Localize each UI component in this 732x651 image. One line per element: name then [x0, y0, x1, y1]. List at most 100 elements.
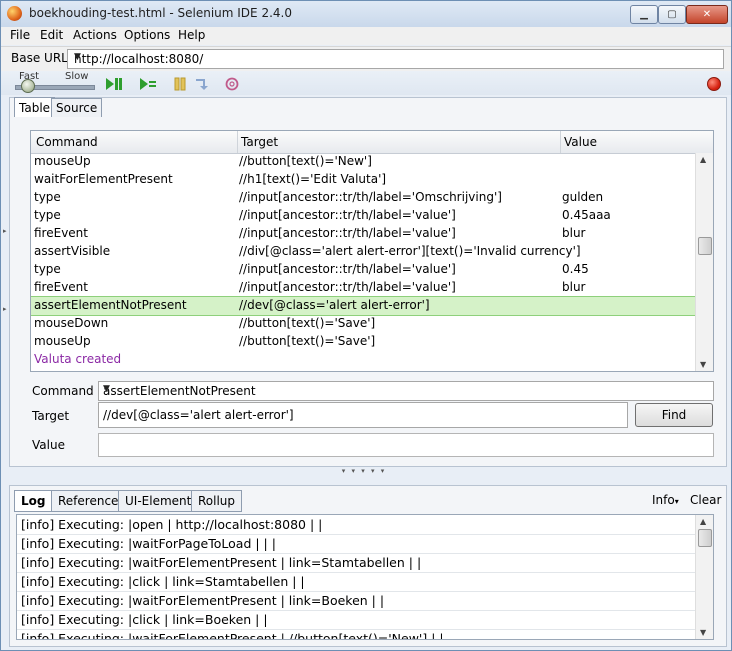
log-divider: [17, 591, 695, 592]
tab-source[interactable]: Source: [51, 98, 103, 117]
cell-value: gulden: [562, 190, 604, 204]
rollup-icon[interactable]: [223, 76, 241, 91]
cell-target: //h1[text()='Edit Valuta']: [239, 172, 387, 186]
table-row[interactable]: waitForElementPresent //h1[text()='Edit …: [31, 171, 695, 189]
chevron-down-icon[interactable]: ▼: [74, 52, 719, 62]
splitter-grip[interactable]: ▾ ▾ ▾ ▾ ▾: [309, 467, 419, 475]
log-divider: [17, 572, 695, 573]
menu-options[interactable]: Options: [124, 28, 170, 42]
header-command[interactable]: Command: [36, 135, 98, 149]
value-input[interactable]: [98, 433, 714, 457]
cell-target: //dev[@class='alert alert-error']: [239, 298, 430, 312]
tab-table[interactable]: Table: [14, 97, 56, 117]
play-current-icon[interactable]: [139, 76, 157, 91]
cell-target: //input[ancestor::tr/th/label='value']: [239, 280, 456, 294]
cell-command: assertVisible: [34, 244, 111, 258]
scroll-down-icon[interactable]: ▼: [700, 360, 706, 369]
cell-command: fireEvent: [34, 226, 88, 240]
scroll-down-icon[interactable]: ▼: [700, 628, 706, 637]
log-line: [info] Executing: |waitForElementPresent…: [21, 631, 444, 640]
tab-rollup[interactable]: Rollup: [191, 490, 243, 512]
selenium-ide-window: boekhouding-test.html - Selenium IDE 2.4…: [0, 0, 732, 651]
menu-actions[interactable]: Actions: [73, 28, 117, 42]
table-row[interactable]: type //input[ancestor::tr/th/label='valu…: [31, 207, 695, 225]
base-url-input[interactable]: http://localhost:8080/ ▼: [67, 49, 724, 69]
scrollbar-thumb[interactable]: [698, 237, 712, 255]
log-line: [info] Executing: |click | link=Stamtabe…: [21, 574, 305, 589]
resize-grip-icon[interactable]: ▸: [3, 305, 7, 313]
cell-command: type: [34, 262, 61, 276]
header-target[interactable]: Target: [241, 135, 278, 149]
cell-command: mouseUp: [34, 154, 91, 168]
target-input[interactable]: //dev[@class='alert alert-error']: [98, 402, 628, 428]
clear-button[interactable]: Clear: [690, 493, 721, 507]
log-divider: [17, 534, 695, 535]
base-url-label: Base URL: [11, 51, 68, 65]
log-line: [info] Executing: |click | link=Boeken |…: [21, 612, 268, 627]
command-select[interactable]: assertElementNotPresent ▼: [98, 381, 714, 401]
record-icon[interactable]: [707, 77, 721, 91]
header-value[interactable]: Value: [564, 135, 597, 149]
table-row-selected[interactable]: assertElementNotPresent //dev[@class='al…: [31, 296, 695, 316]
info-label: Info: [652, 493, 675, 507]
log-panel: Log Reference UI-Element Rollup Info▾ Cl…: [9, 485, 727, 647]
menu-edit[interactable]: Edit: [40, 28, 63, 42]
table-scrollbar[interactable]: ▲ ▼: [695, 153, 713, 371]
menu-file[interactable]: File: [10, 28, 30, 42]
column-separator[interactable]: [237, 131, 238, 153]
cell-target: //button[text()='Save']: [239, 334, 376, 348]
table-row[interactable]: fireEvent //input[ancestor::tr/th/label=…: [31, 279, 695, 297]
table-row[interactable]: assertVisible //div[@class='alert alert-…: [31, 243, 695, 261]
table-row[interactable]: type //input[ancestor::tr/th/label='Omsc…: [31, 189, 695, 207]
cell-value: blur: [562, 226, 586, 240]
table-row[interactable]: mouseDown //button[text()='Save']: [31, 315, 695, 333]
resize-grip-icon[interactable]: ▸: [3, 227, 7, 235]
cell-command: mouseUp: [34, 334, 91, 348]
log-line: [info] Executing: |waitForElementPresent…: [21, 555, 422, 570]
cell-value: blur: [562, 280, 586, 294]
info-dropdown[interactable]: Info▾: [652, 493, 679, 507]
log-line: [info] Executing: |waitForPageToLoad | |…: [21, 536, 276, 551]
firefox-icon: [7, 6, 22, 21]
menu-bar: File Edit Actions Options Help: [1, 27, 731, 45]
table-row-comment[interactable]: Valuta created: [31, 351, 695, 369]
play-all-icon[interactable]: [105, 76, 123, 91]
cell-command: waitForElementPresent: [34, 172, 173, 186]
chevron-down-icon: ▾: [674, 497, 679, 506]
table-row[interactable]: fireEvent //input[ancestor::tr/th/label=…: [31, 225, 695, 243]
log-scrollbar[interactable]: ▲ ▼: [695, 515, 713, 639]
cell-command: mouseDown: [34, 316, 109, 330]
cell-command: fireEvent: [34, 280, 88, 294]
scroll-up-icon[interactable]: ▲: [700, 517, 706, 526]
cell-comment: Valuta created: [34, 352, 122, 366]
speed-slider-knob[interactable]: [21, 79, 35, 93]
tab-log[interactable]: Log: [14, 490, 53, 512]
cell-target: //button[text()='Save']: [239, 316, 376, 330]
cell-command: assertElementNotPresent: [34, 298, 187, 312]
table-row[interactable]: mouseUp //button[text()='New']: [31, 153, 695, 171]
cell-target: //input[ancestor::tr/th/label='value']: [239, 262, 456, 276]
title-bar[interactable]: boekhouding-test.html - Selenium IDE 2.4…: [1, 1, 731, 27]
tab-reference[interactable]: Reference: [51, 490, 126, 512]
maximize-button[interactable]: ▢: [658, 5, 686, 24]
log-divider: [17, 629, 695, 630]
cell-target: //input[ancestor::tr/th/label='value']: [239, 226, 456, 240]
tab-ui-element[interactable]: UI-Element: [118, 490, 199, 512]
table-header: Command Target Value: [31, 131, 713, 154]
speed-slow-label: Slow: [65, 71, 89, 82]
step-icon[interactable]: [193, 76, 211, 91]
chevron-down-icon[interactable]: ▼: [103, 384, 709, 394]
pause-icon[interactable]: [171, 76, 189, 91]
menu-help[interactable]: Help: [178, 28, 205, 42]
cell-command: type: [34, 208, 61, 222]
scrollbar-thumb[interactable]: [698, 529, 712, 547]
minimize-button[interactable]: ▁: [630, 5, 658, 24]
column-separator[interactable]: [560, 131, 561, 153]
find-button[interactable]: Find: [635, 403, 713, 427]
target-input-value: //dev[@class='alert alert-error']: [103, 408, 294, 422]
table-row[interactable]: mouseUp //button[text()='Save']: [31, 333, 695, 351]
close-button[interactable]: ✕: [686, 5, 728, 24]
scroll-up-icon[interactable]: ▲: [700, 155, 706, 164]
table-row[interactable]: type //input[ancestor::tr/th/label='valu…: [31, 261, 695, 279]
cell-target: //button[text()='New']: [239, 154, 372, 168]
